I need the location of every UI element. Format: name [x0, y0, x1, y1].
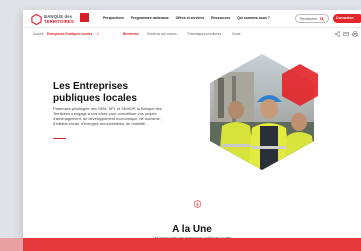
screen: BANQUE des TERRITOIRES Perspectives Prog… [0, 0, 361, 251]
site-logo[interactable]: BANQUE des TERRITOIRES [31, 13, 89, 25]
webpage: BANQUE des TERRITOIRES Perspectives Prog… [23, 10, 361, 251]
search-input[interactable]: Rechercher [295, 14, 329, 23]
section-title: A la Une [172, 224, 212, 235]
nav-item-ressources[interactable]: Ressources [211, 16, 230, 20]
decorative-band-left [0, 238, 23, 251]
search-icon [320, 17, 324, 21]
subnav-thematiques[interactable]: Thématiques prioritaires [187, 32, 221, 36]
logo-hex-icon [31, 13, 42, 25]
connect-label: Connexion [336, 16, 354, 20]
print-icon[interactable] [352, 31, 358, 37]
search-placeholder: Rechercher [300, 17, 318, 21]
nav-item-qui-sommes-nous[interactable]: Qui sommes-nous ? [237, 16, 270, 20]
site-header: BANQUE des TERRITOIRES Perspectives Prog… [23, 10, 361, 28]
logo-flag [80, 13, 89, 22]
title-accent-bar [53, 138, 66, 140]
hero-hexagon-photo [210, 54, 318, 170]
breadcrumb: Accueil Entreprises Publiques locales ▾ … [23, 28, 361, 40]
subnav-solutions[interactable]: Solutions sur mesure [147, 32, 177, 36]
breadcrumb-home[interactable]: Accueil [33, 32, 43, 36]
chevron-down-icon[interactable]: ▾ [97, 32, 99, 36]
main-nav: Perspectives Programmes nationaux Offres… [103, 16, 270, 20]
nav-item-programmes[interactable]: Programmes nationaux [131, 16, 169, 20]
page-tools [334, 31, 358, 37]
page-title-line2: publiques locales [53, 92, 137, 104]
page-title: Les Entreprises publiques locales [53, 81, 193, 104]
scroll-down-icon[interactable] [194, 200, 201, 208]
page-title-line1: Les Entreprises [53, 81, 129, 92]
logo-line2: TERRITOIRES [44, 19, 74, 24]
share-icon[interactable] [334, 31, 340, 37]
subnav-bienvenue[interactable]: Bienvenue [123, 32, 139, 36]
decorative-band [23, 238, 361, 251]
mail-icon[interactable] [343, 31, 349, 37]
nav-item-perspectives[interactable]: Perspectives [103, 16, 124, 20]
logo-text: BANQUE des TERRITOIRES [44, 14, 74, 24]
nav-item-offres[interactable]: Offres et services [176, 16, 204, 20]
breadcrumb-current[interactable]: Entreprises Publiques locales [47, 32, 92, 36]
subnav-guide[interactable]: Guide [232, 32, 241, 36]
hero-description: Partenaire privilégiée des SEM, SPL et S… [53, 106, 162, 126]
connect-button[interactable]: Connexion [333, 14, 361, 23]
